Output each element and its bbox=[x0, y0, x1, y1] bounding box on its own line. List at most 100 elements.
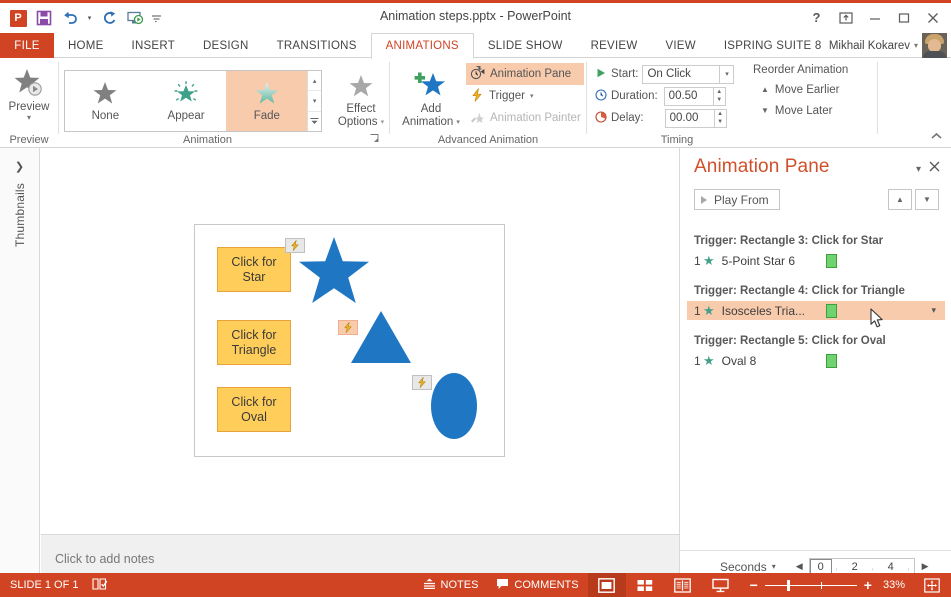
animation-fade[interactable]: Fade bbox=[226, 71, 308, 131]
maximize-button[interactable] bbox=[889, 5, 918, 30]
gallery-scroll-down-icon[interactable]: ▾ bbox=[308, 91, 321, 112]
click-for-oval-button[interactable]: Click for Oval bbox=[217, 387, 291, 432]
timeline-scroll-left-icon[interactable]: ◀ bbox=[796, 561, 803, 572]
slide-canvas[interactable]: Click for Star Click for Triangle Click … bbox=[41, 148, 679, 534]
trigger-button[interactable]: Trigger ▾ bbox=[466, 85, 584, 107]
duration-input[interactable]: 00.50 bbox=[663, 86, 714, 106]
slideshow-view-button[interactable] bbox=[702, 573, 740, 597]
comments-button[interactable]: COMMENTS bbox=[487, 573, 587, 597]
duration-stepper[interactable]: ▲ ▼ bbox=[713, 86, 726, 106]
zoom-slider[interactable] bbox=[764, 579, 857, 591]
tab-insert[interactable]: INSERT bbox=[118, 33, 189, 58]
normal-view-button[interactable] bbox=[587, 573, 626, 597]
animation-timing-bar[interactable] bbox=[825, 253, 837, 268]
start-select[interactable]: On Click bbox=[642, 64, 721, 84]
animation-painter-button[interactable]: Animation Painter bbox=[466, 107, 584, 129]
delay-input[interactable]: 00.00 bbox=[664, 108, 715, 128]
slide[interactable]: Click for Star Click for Triangle Click … bbox=[194, 224, 505, 457]
zoom-slider-handle[interactable] bbox=[786, 579, 790, 591]
collapse-ribbon-button[interactable] bbox=[930, 132, 943, 144]
stepper-up-icon[interactable]: ▲ bbox=[714, 88, 725, 97]
stepper-down-icon[interactable]: ▼ bbox=[714, 96, 725, 105]
tab-view[interactable]: VIEW bbox=[651, 33, 709, 58]
expand-thumbnails-icon[interactable]: ❯ bbox=[15, 160, 24, 173]
tab-ispring-suite[interactable]: ISPRING SUITE 8 bbox=[710, 33, 836, 58]
fit-to-window-button[interactable] bbox=[915, 573, 951, 597]
thumbnails-pane[interactable]: ❯ Thumbnails bbox=[0, 148, 40, 582]
add-animation-button[interactable]: Add Animation ▾ bbox=[396, 66, 466, 129]
reading-view-button[interactable] bbox=[664, 573, 702, 597]
ribbon-display-options-icon[interactable] bbox=[831, 5, 860, 30]
trigger-tag-triangle[interactable] bbox=[338, 320, 358, 335]
animation-pane-toggle[interactable]: Animation Pane bbox=[466, 63, 584, 85]
preview-button[interactable]: Preview ▾ bbox=[0, 64, 58, 122]
seconds-dropdown-icon[interactable]: ▾ bbox=[772, 562, 776, 571]
animation-row-dropdown-icon[interactable]: ▾ bbox=[931, 305, 936, 316]
chevron-down-icon[interactable]: ▾ bbox=[530, 92, 534, 100]
ribbon-group-animation: None Appear Fade ▴ ▾ Effect Options ▾ An… bbox=[59, 58, 389, 148]
animation-row-oval[interactable]: 1 ★ Oval 8 bbox=[687, 351, 945, 370]
tab-slide-show[interactable]: SLIDE SHOW bbox=[474, 33, 577, 58]
tab-design[interactable]: DESIGN bbox=[189, 33, 263, 58]
animation-none[interactable]: None bbox=[65, 71, 146, 131]
move-later-button[interactable]: ▼ Move Later bbox=[753, 100, 873, 121]
move-up-button[interactable]: ▲ bbox=[888, 189, 912, 210]
avatar[interactable] bbox=[922, 33, 947, 58]
click-for-triangle-button[interactable]: Click for Triangle bbox=[217, 320, 291, 365]
animation-dialog-launcher[interactable] bbox=[370, 134, 379, 145]
move-earlier-button[interactable]: ▲ Move Earlier bbox=[753, 79, 873, 100]
chevron-down-icon[interactable]: ▾ bbox=[381, 116, 385, 129]
oval-shape[interactable] bbox=[430, 372, 478, 440]
animation-pane-icon bbox=[470, 65, 485, 83]
gallery-scroll-up-icon[interactable]: ▴ bbox=[308, 71, 321, 92]
move-down-button[interactable]: ▼ bbox=[915, 189, 939, 210]
animation-name: 5-Point Star 6 bbox=[721, 253, 796, 268]
tab-transitions[interactable]: TRANSITIONS bbox=[263, 33, 371, 58]
zoom-in-button[interactable]: + bbox=[864, 577, 872, 593]
user-account-area[interactable]: Mikhail Kokarev ▾ bbox=[829, 33, 947, 58]
stepper-up-icon[interactable]: ▲ bbox=[715, 110, 726, 119]
tab-animations[interactable]: ANIMATIONS bbox=[370, 33, 474, 59]
gallery-more-icon[interactable] bbox=[308, 111, 321, 131]
pane-options-icon[interactable]: ▾ bbox=[916, 164, 921, 175]
trigger-header-star: Trigger: Rectangle 3: Click for Star bbox=[694, 235, 884, 247]
animation-timing-bar[interactable] bbox=[825, 353, 837, 368]
notes-button[interactable]: NOTES bbox=[414, 573, 488, 597]
close-button[interactable] bbox=[918, 5, 947, 30]
click-for-triangle-line2: Triangle bbox=[231, 342, 277, 357]
stepper-down-icon[interactable]: ▼ bbox=[715, 118, 726, 127]
click-for-oval-line2: Oval bbox=[241, 409, 267, 424]
zoom-control: − + 33% bbox=[740, 577, 915, 593]
chevron-down-icon[interactable]: ▾ bbox=[27, 114, 31, 122]
gallery-scrollbar[interactable]: ▴ ▾ bbox=[307, 71, 321, 131]
animation-none-label: None bbox=[91, 110, 120, 122]
trigger-tag-oval[interactable] bbox=[412, 375, 432, 390]
tab-file[interactable]: FILE bbox=[0, 33, 54, 58]
close-pane-icon[interactable] bbox=[929, 159, 940, 175]
zoom-out-button[interactable]: − bbox=[750, 577, 758, 593]
zoom-level-label[interactable]: 33% bbox=[883, 579, 905, 591]
delay-stepper[interactable]: ▲ ▼ bbox=[714, 108, 727, 128]
chevron-down-icon[interactable]: ▾ bbox=[456, 116, 460, 129]
chevron-down-icon[interactable]: ▾ bbox=[914, 41, 918, 50]
play-from-button[interactable]: Play From bbox=[694, 189, 780, 210]
animation-appear[interactable]: Appear bbox=[146, 71, 227, 131]
spellcheck-icon[interactable] bbox=[92, 577, 109, 594]
timeline-scroll-right-icon[interactable]: ▶ bbox=[922, 561, 929, 572]
slide-sorter-view-button[interactable] bbox=[626, 573, 664, 597]
animation-row-triangle[interactable]: 1 ★ Isosceles Tria... ▾ bbox=[687, 301, 945, 320]
click-for-star-button[interactable]: Click for Star bbox=[217, 247, 291, 292]
start-dropdown-icon[interactable]: ▾ bbox=[720, 64, 735, 84]
help-button[interactable]: ? bbox=[802, 5, 831, 30]
tab-review[interactable]: REVIEW bbox=[577, 33, 652, 58]
triangle-shape[interactable] bbox=[350, 310, 412, 364]
trigger-tag-star[interactable] bbox=[285, 238, 305, 253]
animation-timing-bar[interactable] bbox=[825, 303, 837, 318]
minimize-button[interactable] bbox=[860, 5, 889, 30]
animation-row-star[interactable]: 1 ★ 5-Point Star 6 bbox=[687, 251, 945, 270]
star-shape[interactable] bbox=[298, 235, 370, 305]
effect-options-button[interactable]: Effect Options ▾ bbox=[334, 68, 388, 129]
tab-home[interactable]: HOME bbox=[54, 33, 118, 58]
effect-star-icon: ★ bbox=[703, 252, 715, 268]
animation-order-number: 1 bbox=[694, 303, 701, 318]
